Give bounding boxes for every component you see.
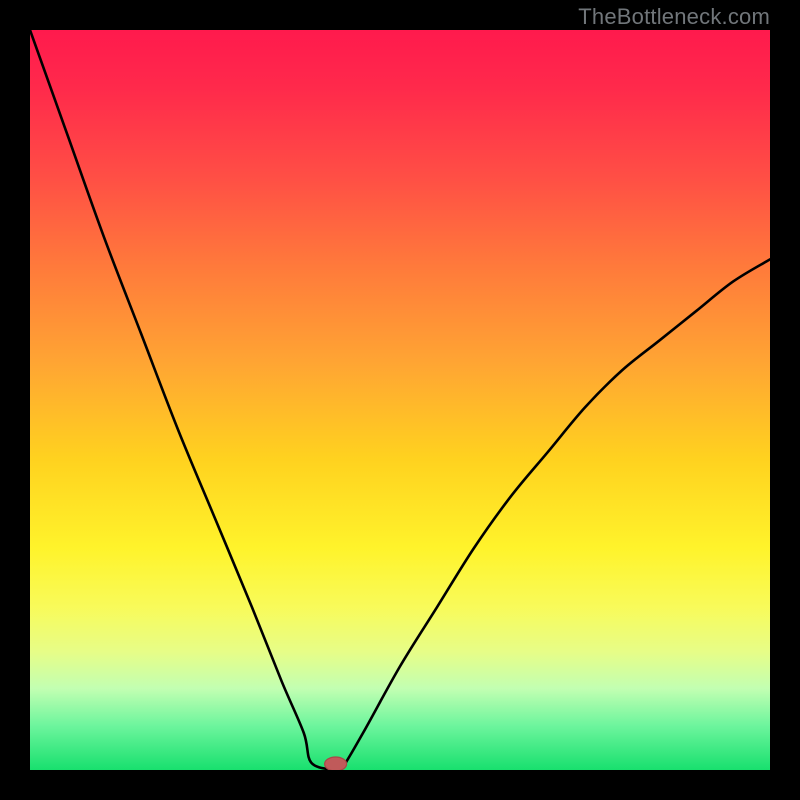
watermark-text: TheBottleneck.com [578, 4, 770, 30]
chart-svg [30, 30, 770, 770]
optimal-point-marker [325, 757, 347, 770]
plot-area [30, 30, 770, 770]
bottleneck-curve [30, 30, 770, 770]
chart-frame: TheBottleneck.com [0, 0, 800, 800]
